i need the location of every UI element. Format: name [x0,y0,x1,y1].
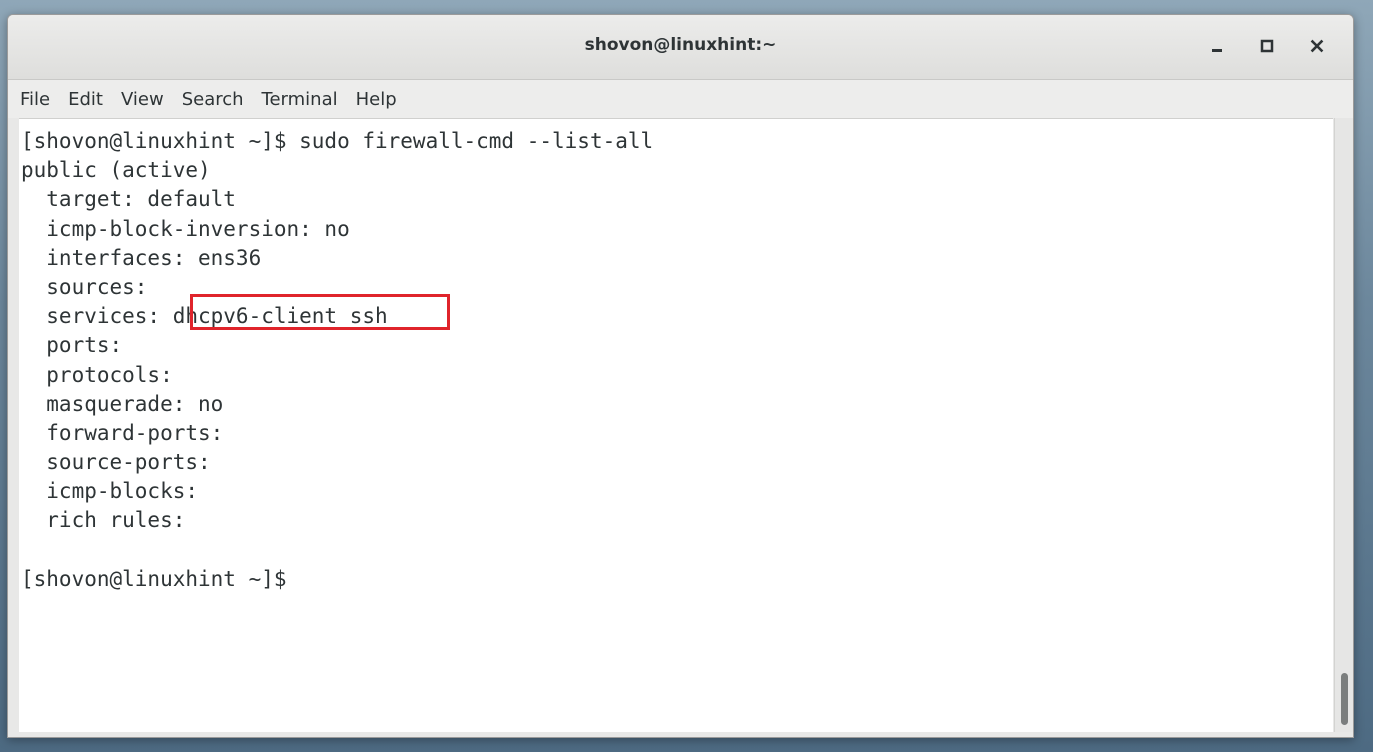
terminal-lines: [shovon@linuxhint ~]$ sudo firewall-cmd … [21,127,653,594]
menu-edit[interactable]: Edit [62,89,109,110]
maximize-button[interactable] [1252,31,1282,61]
vertical-scrollbar[interactable] [1334,118,1353,732]
terminal-line-protocols: protocols: [21,362,186,387]
terminal-line-command: [shovon@linuxhint ~]$ sudo firewall-cmd … [21,129,654,153]
terminal-window: shovon@linuxhint:~ File Edit View Search… [7,14,1354,738]
menu-bar: File Edit View Search Terminal Help [8,80,1353,118]
terminal-line-prompt: [shovon@linuxhint ~]$ [21,566,300,591]
terminal-output[interactable]: [shovon@linuxhint ~]$ sudo firewall-cmd … [19,118,1333,732]
terminal-line-zone: public (active) [21,158,211,183]
window-title: shovon@linuxhint:~ [584,35,777,55]
terminal-line-interfaces: interfaces: ens36 [21,245,262,270]
menu-search[interactable]: Search [176,89,250,110]
close-icon [1310,39,1324,53]
close-button[interactable] [1302,31,1332,61]
title-bar[interactable]: shovon@linuxhint:~ [8,15,1353,80]
terminal-line-sources: sources: [21,274,161,299]
minimize-button[interactable] [1202,31,1232,61]
terminal-line-rich-rules: rich rules: [21,508,199,533]
terminal-line-masquerade: masquerade: no [21,391,224,416]
terminal-line-ports: ports: [21,333,135,358]
terminal-line-forward-ports: forward-ports: [21,420,236,445]
scrollbar-thumb[interactable] [1341,673,1348,725]
menu-terminal[interactable]: Terminal [256,89,344,110]
minimize-icon [1212,49,1222,52]
maximize-icon [1260,39,1274,53]
terminal-line-target: target: default [21,187,236,212]
menu-file[interactable]: File [14,89,56,110]
menu-help[interactable]: Help [350,89,403,110]
terminal-line-icmp-block-inversion: icmp-block-inversion: no [21,216,350,241]
terminal-line-source-ports: source-ports: [21,450,224,475]
menu-view[interactable]: View [115,89,170,110]
terminal-line-icmp-blocks: icmp-blocks: [21,479,211,504]
terminal-line-services: services: dhcpv6-client ssh [21,304,388,329]
